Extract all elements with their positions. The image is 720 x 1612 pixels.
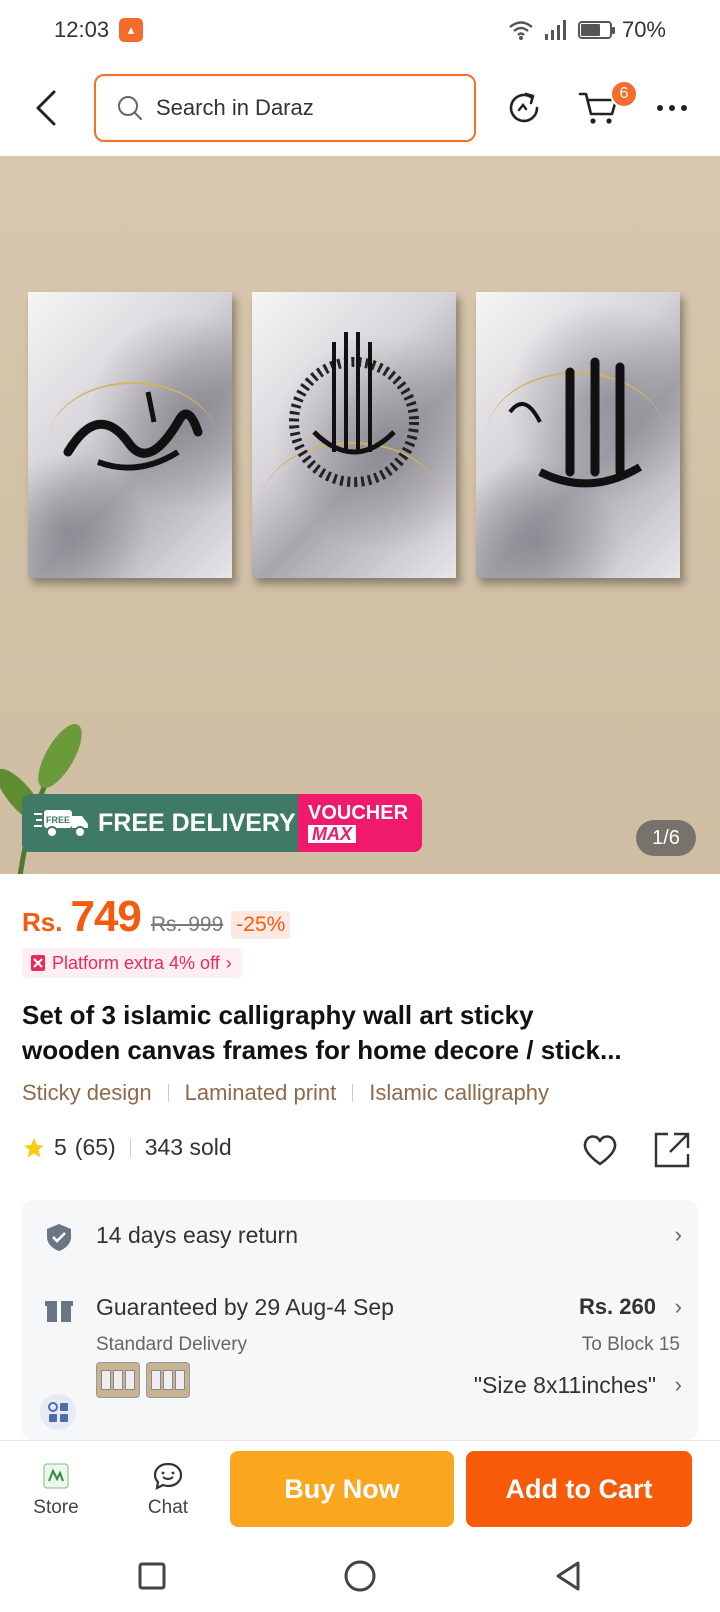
image-pager: 1/6 bbox=[636, 820, 696, 856]
add-to-cart-button[interactable]: Add to Cart bbox=[466, 1451, 692, 1527]
top-header: Search in Daraz 6 bbox=[0, 68, 720, 148]
voucher-max-label: MAX bbox=[308, 825, 356, 843]
current-price: 749 bbox=[70, 892, 141, 941]
canvas-print-right bbox=[476, 292, 680, 578]
canvas-print-middle bbox=[252, 292, 456, 578]
battery-percent: 70% bbox=[621, 17, 666, 42]
chevron-right-icon: › bbox=[674, 1294, 682, 1319]
back-nav-icon[interactable] bbox=[550, 1558, 586, 1594]
voucher-label: VOUCHER bbox=[308, 802, 409, 824]
variant-thumbnail[interactable] bbox=[146, 1362, 190, 1398]
bottom-action-bar: Store Chat Buy Now Add to Cart bbox=[0, 1440, 720, 1540]
return-policy-row[interactable]: 14 days easy return › bbox=[22, 1200, 698, 1272]
price-row: Rs. 749 Rs. 999 -25% bbox=[22, 892, 291, 942]
more-icon[interactable] bbox=[650, 86, 694, 130]
status-bar: 12:03 ▴ 70% bbox=[0, 0, 720, 60]
canvas-print-left bbox=[28, 292, 232, 578]
delivery-info-card: 14 days easy return › Guaranteed by 29 A… bbox=[22, 1200, 698, 1440]
variant-row[interactable]: "Size 8x11inches" › bbox=[22, 1362, 698, 1440]
original-price: Rs. 999 bbox=[150, 913, 224, 936]
free-delivery-label: FREE DELIVERY bbox=[98, 808, 296, 837]
discount-badge: -25% bbox=[231, 911, 291, 939]
tag-sticky-design: Sticky design bbox=[22, 1080, 152, 1105]
buy-now-button[interactable]: Buy Now bbox=[230, 1451, 454, 1527]
chevron-right-icon: › bbox=[225, 952, 232, 973]
tag-divider bbox=[352, 1084, 354, 1102]
sold-count: 343 sold bbox=[144, 1134, 232, 1160]
product-image-gallery[interactable]: FREE FREE DELIVERY VOUCHER MAX 1/6 bbox=[0, 156, 720, 874]
store-button[interactable]: Store bbox=[16, 1461, 96, 1519]
star-icon bbox=[24, 1137, 44, 1157]
delivery-row[interactable]: Guaranteed by 29 Aug-4 Sep Standard Deli… bbox=[22, 1272, 698, 1372]
daraz-notification-icon: ▴ bbox=[119, 18, 144, 42]
variant-thumbnail[interactable] bbox=[96, 1362, 140, 1398]
refresh-icon[interactable] bbox=[502, 86, 546, 130]
status-time: 12:03 bbox=[54, 17, 110, 42]
home-icon[interactable] bbox=[342, 1558, 378, 1594]
chevron-right-icon: › bbox=[674, 1372, 682, 1397]
rating-count: (65) bbox=[74, 1134, 116, 1160]
product-title-line-2: wooden canvas frames for home decore / s… bbox=[22, 1035, 622, 1065]
wishlist-heart-icon[interactable] bbox=[580, 1130, 620, 1170]
calligraphy-muhammad bbox=[63, 391, 203, 471]
store-label: Store bbox=[33, 1497, 79, 1518]
search-placeholder: Search in Daraz bbox=[156, 95, 314, 120]
delivery-truck-icon: FREE bbox=[34, 810, 88, 838]
chat-label: Chat bbox=[147, 1497, 189, 1518]
free-delivery-voucher-banner: FREE FREE DELIVERY VOUCHER MAX bbox=[22, 794, 422, 852]
product-title: Set of 3 islamic calligraphy wall art st… bbox=[22, 998, 698, 1068]
truck-free-label: FREE bbox=[46, 815, 70, 825]
store-icon bbox=[43, 1463, 69, 1489]
delivery-fee: Rs. 260 bbox=[578, 1294, 656, 1319]
product-tags: Sticky design Laminated print Islamic ca… bbox=[22, 1080, 549, 1106]
chevron-right-icon: › bbox=[674, 1222, 682, 1247]
chat-icon bbox=[153, 1462, 183, 1490]
battery-icon bbox=[577, 21, 615, 39]
search-input[interactable]: Search in Daraz bbox=[94, 74, 476, 142]
signal-icon bbox=[544, 20, 566, 40]
chat-button[interactable]: Chat bbox=[128, 1461, 208, 1519]
voucher-icon bbox=[31, 955, 45, 971]
search-icon bbox=[118, 96, 142, 120]
delivery-guarantee: Guaranteed by 29 Aug-4 Sep bbox=[96, 1294, 394, 1320]
share-icon[interactable] bbox=[652, 1130, 692, 1170]
platform-extra-label: Platform extra 4% off bbox=[52, 952, 220, 973]
wifi-icon bbox=[509, 21, 533, 40]
rating-divider bbox=[129, 1138, 131, 1157]
back-icon[interactable] bbox=[28, 86, 68, 130]
delivery-destination: To Block 15 bbox=[581, 1334, 680, 1355]
delivery-type: Standard Delivery bbox=[96, 1334, 248, 1355]
tag-laminated-print: Laminated print bbox=[184, 1080, 337, 1105]
tag-divider bbox=[167, 1084, 169, 1102]
variant-grid-icon bbox=[40, 1394, 76, 1430]
shield-check-icon bbox=[47, 1224, 71, 1251]
platform-extra-promo[interactable]: Platform extra 4% off › bbox=[22, 948, 242, 978]
variant-size-label: "Size 8x11inches" bbox=[473, 1372, 656, 1398]
product-title-line-1: Set of 3 islamic calligraphy wall art st… bbox=[22, 1000, 534, 1030]
rating-row[interactable]: 5 (65) 343 sold bbox=[22, 1134, 232, 1161]
rating-value: 5 bbox=[54, 1134, 67, 1160]
system-nav-bar bbox=[0, 1540, 720, 1612]
cart-count-badge: 6 bbox=[610, 80, 638, 108]
tag-islamic-calligraphy: Islamic calligraphy bbox=[369, 1080, 550, 1105]
calligraphy-ayatul-kursi bbox=[289, 332, 419, 487]
price-currency: Rs. bbox=[22, 907, 63, 937]
calligraphy-allah bbox=[508, 357, 643, 488]
return-policy-label: 14 days easy return bbox=[96, 1222, 299, 1248]
recent-apps-icon[interactable] bbox=[134, 1558, 170, 1594]
package-icon bbox=[45, 1301, 73, 1322]
